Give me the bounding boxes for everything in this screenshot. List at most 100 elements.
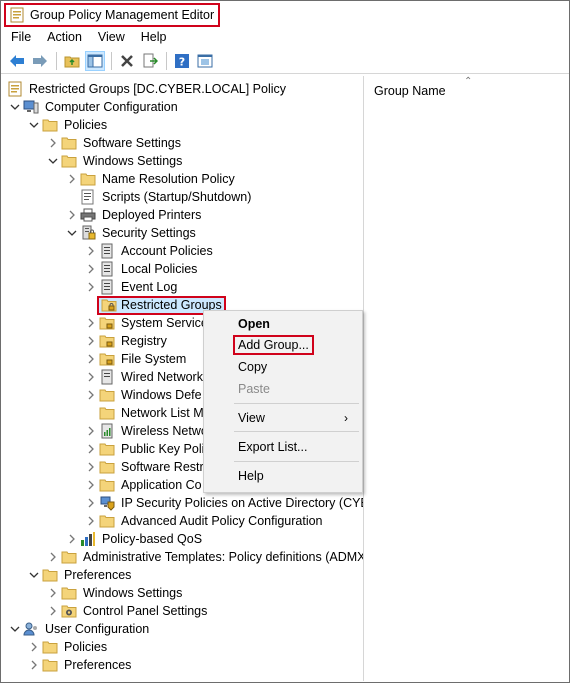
context-menu-separator — [234, 431, 359, 432]
tree-item-control-panel-settings[interactable]: Control Panel Settings — [47, 602, 209, 620]
tree-item-policy-qos[interactable]: Policy-based QoS — [66, 530, 204, 548]
tree-item-pref-windows-settings[interactable]: Windows Settings — [47, 584, 184, 602]
chevron-right-icon[interactable] — [85, 332, 97, 350]
chevron-right-icon[interactable] — [47, 602, 59, 620]
chevron-right-icon[interactable] — [85, 242, 97, 260]
delete-x-icon[interactable] — [117, 51, 137, 71]
chevron-down-icon[interactable] — [9, 98, 21, 116]
column-header-group-name[interactable]: Group Name — [374, 84, 446, 98]
sort-ascending-icon: ⌃ — [464, 76, 473, 87]
add-group-highlight: Add Group... — [233, 335, 314, 355]
chevron-right-icon[interactable] — [85, 440, 97, 458]
tree-item-application-control[interactable]: Application Co — [85, 476, 204, 494]
tree-item-windows-settings[interactable]: Windows Settings — [47, 152, 184, 170]
context-menu-separator — [234, 461, 359, 462]
tree-item-admin-templates[interactable]: Administrative Templates: Policy definit… — [47, 548, 364, 566]
tree-item-computer-configuration[interactable]: Computer Configuration — [9, 98, 180, 116]
tree-item-public-key[interactable]: Public Key Poli — [85, 440, 206, 458]
back-arrow-icon[interactable] — [7, 51, 27, 71]
chevron-right-icon[interactable] — [85, 314, 97, 332]
tree-item-file-system[interactable]: File System — [85, 350, 188, 368]
chevron-right-icon[interactable] — [66, 206, 78, 224]
tree-label: Computer Configuration — [45, 100, 178, 114]
chevron-down-icon[interactable] — [66, 224, 78, 242]
toolbar-separator — [56, 51, 57, 70]
tree-item-ip-security[interactable]: IP Security Policies on Active Directory… — [85, 494, 363, 512]
tree-item-scripts[interactable]: Scripts (Startup/Shutdown) — [80, 188, 253, 206]
context-menu-view[interactable]: View › — [238, 408, 358, 428]
export-list-icon[interactable] — [140, 51, 160, 71]
up-folder-icon[interactable] — [62, 51, 82, 71]
tree-item-software-restriction[interactable]: Software Restri — [85, 458, 208, 476]
details-pane[interactable]: ⌃ Group Name — [364, 76, 569, 681]
context-menu-export-list[interactable]: Export List... — [238, 437, 307, 457]
policy-document-icon — [7, 81, 23, 97]
tree-item-policies[interactable]: Policies — [28, 116, 109, 134]
tree-item-advanced-audit[interactable]: Advanced Audit Policy Configuration — [85, 512, 325, 530]
chevron-right-icon[interactable] — [85, 422, 97, 440]
chevron-right-icon[interactable] — [85, 458, 97, 476]
tree-item-user-preferences[interactable]: Preferences — [28, 656, 133, 674]
tree-item-preferences[interactable]: Preferences — [28, 566, 133, 584]
chevron-right-icon[interactable] — [66, 170, 78, 188]
chevron-right-icon[interactable] — [47, 584, 59, 602]
tree-label: Software Restri — [121, 460, 207, 474]
chevron-right-icon[interactable] — [85, 512, 97, 530]
chevron-right-icon[interactable] — [28, 638, 40, 656]
tree-label: Network List M — [121, 406, 204, 420]
tree-label: Application Co — [121, 478, 202, 492]
chevron-down-icon[interactable] — [9, 620, 21, 638]
context-menu-help[interactable]: Help — [238, 466, 264, 486]
chevron-down-icon[interactable] — [47, 152, 59, 170]
tree-item-account-policies[interactable]: Account Policies — [85, 242, 215, 260]
tree-item-event-log[interactable]: Event Log — [85, 278, 179, 296]
tree-item-deployed-printers[interactable]: Deployed Printers — [66, 206, 203, 224]
tree-label: Name Resolution Policy — [102, 172, 235, 186]
chevron-right-icon[interactable] — [85, 386, 97, 404]
chevron-right-icon[interactable] — [85, 494, 97, 512]
help-icon[interactable]: ? — [172, 51, 192, 71]
control-panel-icon — [61, 603, 77, 619]
chevron-right-icon[interactable] — [85, 368, 97, 386]
chevron-right-icon[interactable] — [66, 530, 78, 548]
context-menu-open[interactable]: Open — [238, 314, 270, 334]
chevron-right-icon[interactable] — [28, 656, 40, 674]
tree-item-network-list[interactable]: Network List M — [99, 404, 206, 422]
tree-item-user-configuration[interactable]: User Configuration — [9, 620, 151, 638]
chevron-right-icon[interactable] — [47, 134, 59, 152]
context-menu: Open Add Group... Copy Paste View › Expo… — [203, 310, 363, 493]
menu-file[interactable]: File — [1, 30, 39, 44]
tree-label: Administrative Templates: Policy definit… — [83, 550, 364, 564]
tree-item-system-services[interactable]: System Service — [85, 314, 210, 332]
tree-item-user-policies[interactable]: Policies — [28, 638, 109, 656]
tree-label: Preferences — [64, 568, 132, 582]
tree-label: Account Policies — [121, 244, 213, 258]
tree-item-registry[interactable]: Registry — [85, 332, 169, 350]
chevron-right-icon[interactable] — [47, 548, 59, 566]
chevron-right-icon[interactable] — [85, 278, 97, 296]
chevron-right-icon[interactable] — [85, 350, 97, 368]
tree-item-name-resolution-policy[interactable]: Name Resolution Policy — [66, 170, 237, 188]
chevron-down-icon[interactable] — [28, 116, 40, 134]
menu-help[interactable]: Help — [133, 30, 175, 44]
tree-item-root[interactable]: Restricted Groups [DC.CYBER.LOCAL] Polic… — [7, 80, 288, 98]
context-menu-add-group[interactable]: Add Group... — [233, 335, 314, 355]
chevron-right-icon[interactable] — [85, 476, 97, 494]
show-hide-tree-icon[interactable] — [85, 50, 105, 71]
toolbar-separator — [111, 51, 112, 70]
context-menu-copy[interactable]: Copy — [238, 357, 267, 377]
tree-item-windows-defender[interactable]: Windows Defe — [85, 386, 204, 404]
toolbar-separator — [166, 51, 167, 70]
chevron-down-icon[interactable] — [28, 566, 40, 584]
tree-item-local-policies[interactable]: Local Policies — [85, 260, 199, 278]
tree-item-security-settings[interactable]: Security Settings — [66, 224, 198, 242]
tree-label: Event Log — [121, 280, 178, 294]
forward-arrow-icon[interactable] — [30, 51, 50, 71]
tree-item-wired-network[interactable]: Wired Network — [85, 368, 205, 386]
menu-action[interactable]: Action — [39, 30, 90, 44]
chevron-right-icon[interactable] — [85, 260, 97, 278]
menu-view[interactable]: View — [90, 30, 133, 44]
tree-item-software-settings[interactable]: Software Settings — [47, 134, 183, 152]
properties-pane-icon[interactable] — [195, 51, 215, 71]
tree-item-wireless-network[interactable]: Wireless Netwo — [85, 422, 210, 440]
